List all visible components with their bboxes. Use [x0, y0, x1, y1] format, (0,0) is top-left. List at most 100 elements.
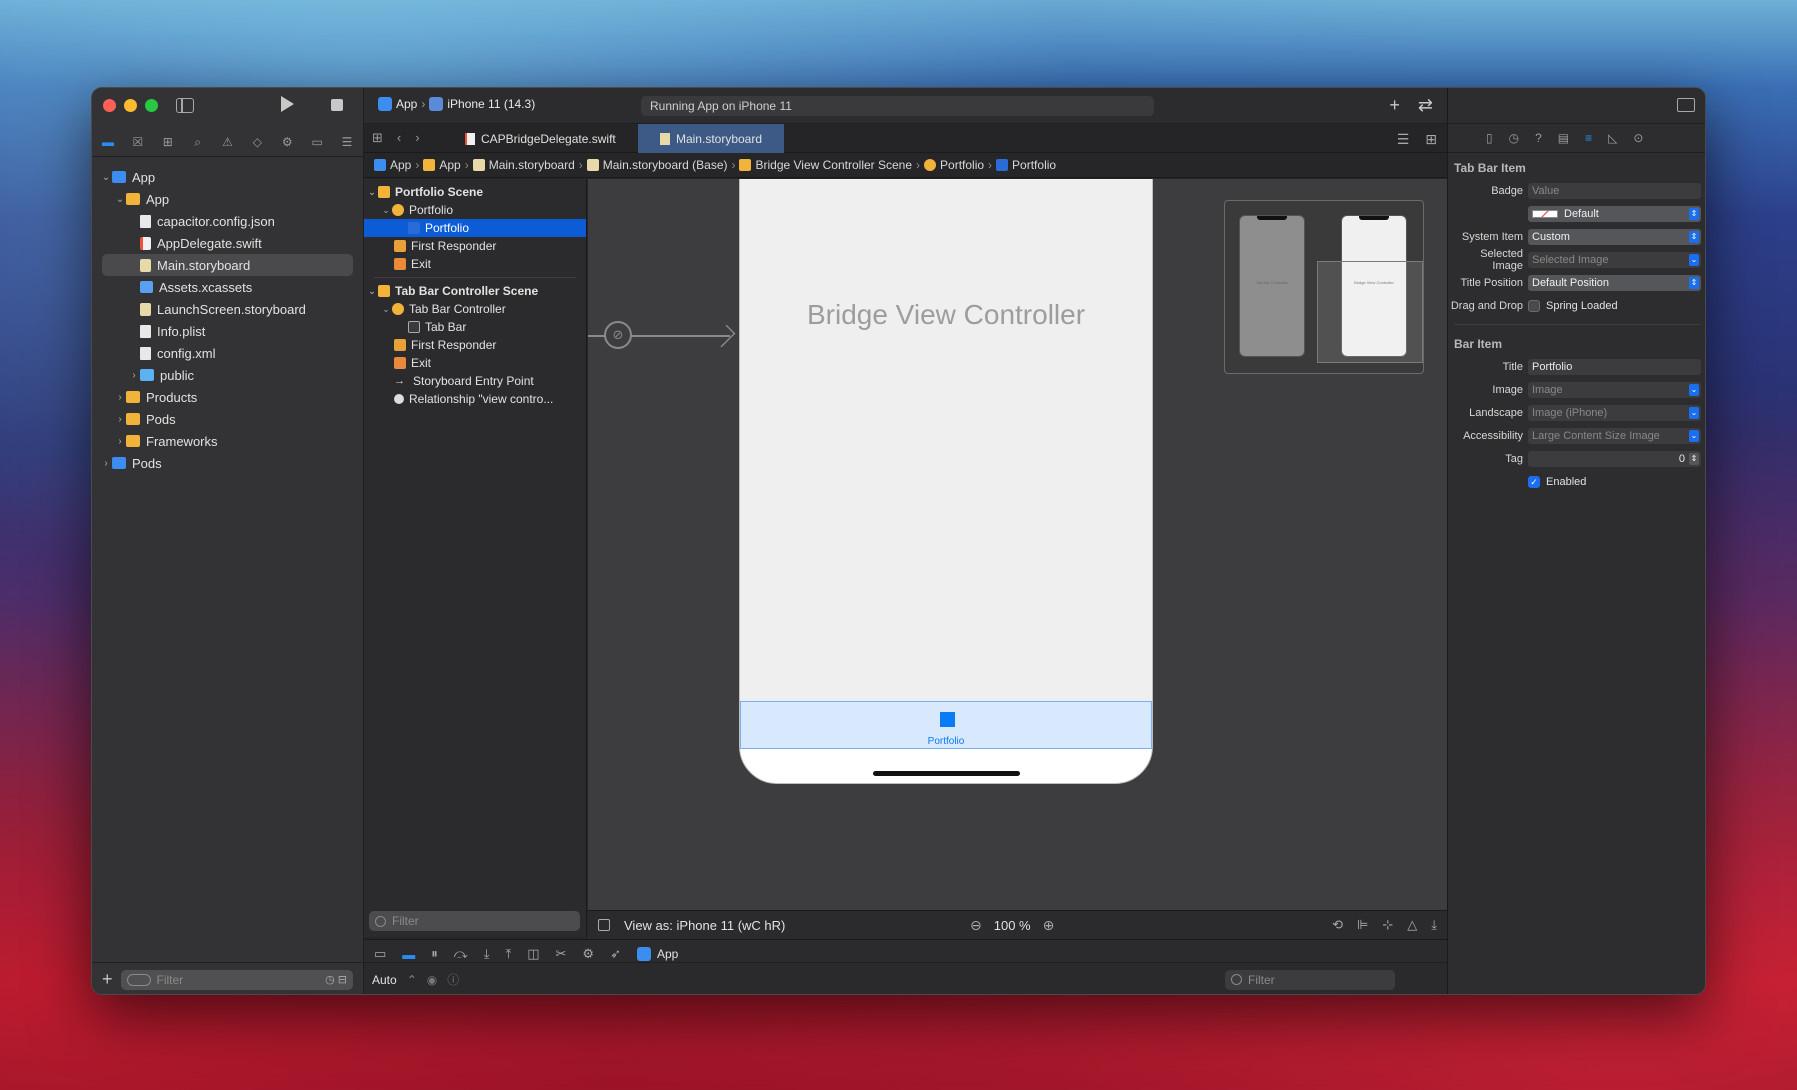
- tag-input[interactable]: 0 ⇕: [1528, 451, 1701, 467]
- storyboard-canvas[interactable]: ⊘ Bridge View Controller Portfolio Tab B…: [588, 179, 1447, 910]
- tree-item-app-project[interactable]: ⌄ App: [92, 166, 363, 188]
- tree-item-public[interactable]: › public: [92, 364, 363, 386]
- outline-item-first-responder[interactable]: First Responder: [364, 237, 586, 255]
- tree-item-products[interactable]: › Products: [92, 386, 363, 408]
- tree-item-infoplist[interactable]: Info.plist: [92, 320, 363, 342]
- tree-item-assets[interactable]: Assets.xcassets: [92, 276, 363, 298]
- location-icon[interactable]: ➶: [610, 946, 621, 962]
- badge-input[interactable]: Value: [1528, 183, 1701, 199]
- close-button[interactable]: [103, 99, 116, 112]
- outline-item-exit[interactable]: Exit: [364, 255, 586, 273]
- environment-overrides-icon[interactable]: ⚙: [582, 946, 594, 962]
- outline-toggle-icon[interactable]: [598, 919, 610, 931]
- align-icon[interactable]: ⊫: [1357, 917, 1368, 933]
- file-inspector-icon[interactable]: ▯: [1486, 131, 1493, 145]
- tree-item-main-storyboard[interactable]: Main.storyboard: [102, 254, 353, 276]
- console-mode-select[interactable]: Auto: [372, 973, 397, 987]
- tab-bar-item-selected[interactable]: Portfolio: [740, 701, 1152, 749]
- outline-item-tabbar-controller[interactable]: ⌄ Tab Bar Controller: [364, 300, 586, 318]
- tree-item-frameworks[interactable]: › Frameworks: [92, 430, 363, 452]
- pause-icon[interactable]: ⏸: [431, 946, 438, 962]
- outline-filter-input[interactable]: Filter: [369, 911, 580, 931]
- title-position-popup[interactable]: Default Position ⇕: [1528, 275, 1701, 291]
- disclosure-icon[interactable]: ⌄: [366, 187, 378, 198]
- step-out-icon[interactable]: ⤒: [505, 946, 511, 962]
- jump-item[interactable]: App: [390, 158, 411, 172]
- console-filter-input[interactable]: Filter: [1225, 969, 1395, 990]
- disclosure-icon[interactable]: ›: [128, 370, 140, 381]
- tab-main-storyboard[interactable]: Main.storyboard: [638, 124, 784, 153]
- device-configuration-button[interactable]: View as: iPhone 11 (wC hR): [624, 918, 785, 933]
- tree-item-configxml[interactable]: config.xml: [92, 342, 363, 364]
- update-frames-icon[interactable]: ⟲: [1332, 917, 1343, 933]
- outline-item-tab-bar[interactable]: Tab Bar: [364, 318, 586, 336]
- jump-item[interactable]: Portfolio: [940, 158, 984, 172]
- outline-item-exit[interactable]: Exit: [364, 354, 586, 372]
- recent-filter-icon[interactable]: ◷ ⊟: [325, 973, 347, 986]
- source-control-icon[interactable]: ☒: [130, 135, 146, 149]
- back-icon[interactable]: ‹: [397, 130, 401, 146]
- info-icon[interactable]: ⓘ: [447, 971, 459, 988]
- sidebar-toggle-icon[interactable]: [176, 98, 194, 113]
- stepper-icon[interactable]: ⇕: [1689, 453, 1699, 465]
- library-plus-icon[interactable]: +: [1389, 95, 1400, 116]
- disclosure-icon[interactable]: ⌄: [380, 304, 392, 315]
- jump-item[interactable]: Bridge View Controller Scene: [755, 158, 912, 172]
- size-inspector-icon[interactable]: ◺: [1608, 131, 1617, 145]
- spring-loaded-checkbox[interactable]: Spring Loaded: [1528, 300, 1705, 312]
- system-item-popup[interactable]: Custom ⇕: [1528, 229, 1701, 245]
- inspector-toggle-icon[interactable]: [1677, 98, 1695, 112]
- breakpoints-toggle-icon[interactable]: ▬: [402, 947, 415, 962]
- grid-icon[interactable]: ⊞: [372, 130, 383, 146]
- step-over-icon[interactable]: ⤼: [454, 946, 468, 962]
- run-button[interactable]: [281, 96, 294, 112]
- zoom-in-icon[interactable]: ⊕: [1043, 917, 1055, 934]
- disclosure-icon[interactable]: ›: [114, 436, 126, 447]
- outline-item-portfolio-tab-item[interactable]: Portfolio: [364, 219, 586, 237]
- attributes-inspector-icon[interactable]: ≡: [1585, 131, 1592, 145]
- memory-graph-icon[interactable]: ✂: [556, 946, 567, 962]
- hide-debug-area-icon[interactable]: ▭: [374, 946, 386, 962]
- report-icon[interactable]: ☰: [339, 135, 355, 149]
- resolve-issues-icon[interactable]: △: [1407, 917, 1417, 933]
- disclosure-icon[interactable]: ›: [114, 392, 126, 403]
- outline-item-relationship[interactable]: Relationship "view contro...: [364, 390, 586, 408]
- selected-image-combo[interactable]: Selected Image ⌄: [1528, 252, 1701, 268]
- view-controller-view[interactable]: Bridge View Controller: [740, 179, 1152, 701]
- disclosure-icon[interactable]: ⌄: [100, 172, 112, 183]
- search-icon[interactable]: ⌕: [190, 135, 206, 149]
- code-review-icon[interactable]: ⇄: [1418, 95, 1433, 116]
- issue-icon[interactable]: ⚠: [220, 135, 236, 149]
- bridge-view-controller-scene[interactable]: Bridge View Controller Portfolio: [739, 179, 1153, 784]
- stop-button[interactable]: [331, 99, 343, 111]
- editor-options-icon[interactable]: ☰: [1397, 131, 1410, 148]
- test-icon[interactable]: ◇: [249, 135, 265, 149]
- tree-item-pods-folder[interactable]: › Pods: [92, 408, 363, 430]
- zoom-button[interactable]: [145, 99, 158, 112]
- disclosure-icon[interactable]: ⌄: [380, 205, 392, 216]
- jump-item[interactable]: Portfolio: [1012, 158, 1056, 172]
- debug-process[interactable]: App: [636, 947, 678, 961]
- tab-capbridgedelegate[interactable]: CAPBridgeDelegate.swift: [455, 124, 636, 153]
- outline-scene-tabbar[interactable]: ⌄ Tab Bar Controller Scene: [364, 282, 586, 300]
- embed-icon[interactable]: ⤓: [1431, 917, 1437, 933]
- tree-item-appdelegate[interactable]: AppDelegate.swift: [92, 232, 363, 254]
- step-into-icon[interactable]: ⤓: [484, 946, 490, 962]
- disclosure-icon[interactable]: ›: [100, 458, 112, 469]
- disclosure-icon[interactable]: ⌄: [114, 194, 126, 205]
- add-constraints-icon[interactable]: ⊹: [1382, 917, 1393, 933]
- enabled-checkbox[interactable]: ✓ Enabled: [1528, 476, 1705, 488]
- symbol-icon[interactable]: ⊞: [160, 135, 176, 149]
- badge-color-popup[interactable]: Default ⇕: [1528, 206, 1701, 222]
- forward-icon[interactable]: ›: [415, 130, 419, 146]
- eye-icon[interactable]: ◉: [427, 973, 437, 987]
- connections-inspector-icon[interactable]: ⊙: [1633, 131, 1643, 145]
- minimap-viewport[interactable]: [1317, 261, 1423, 363]
- tree-item-launchscreen[interactable]: LaunchScreen.storyboard: [92, 298, 363, 320]
- outline-item-first-responder[interactable]: First Responder: [364, 336, 586, 354]
- history-inspector-icon[interactable]: ◷: [1509, 131, 1519, 145]
- jump-item[interactable]: Main.storyboard: [489, 158, 575, 172]
- tree-item-capacitor-config[interactable]: capacitor.config.json: [92, 210, 363, 232]
- minimize-button[interactable]: [124, 99, 137, 112]
- outline-item-portfolio-vc[interactable]: ⌄ Portfolio: [364, 201, 586, 219]
